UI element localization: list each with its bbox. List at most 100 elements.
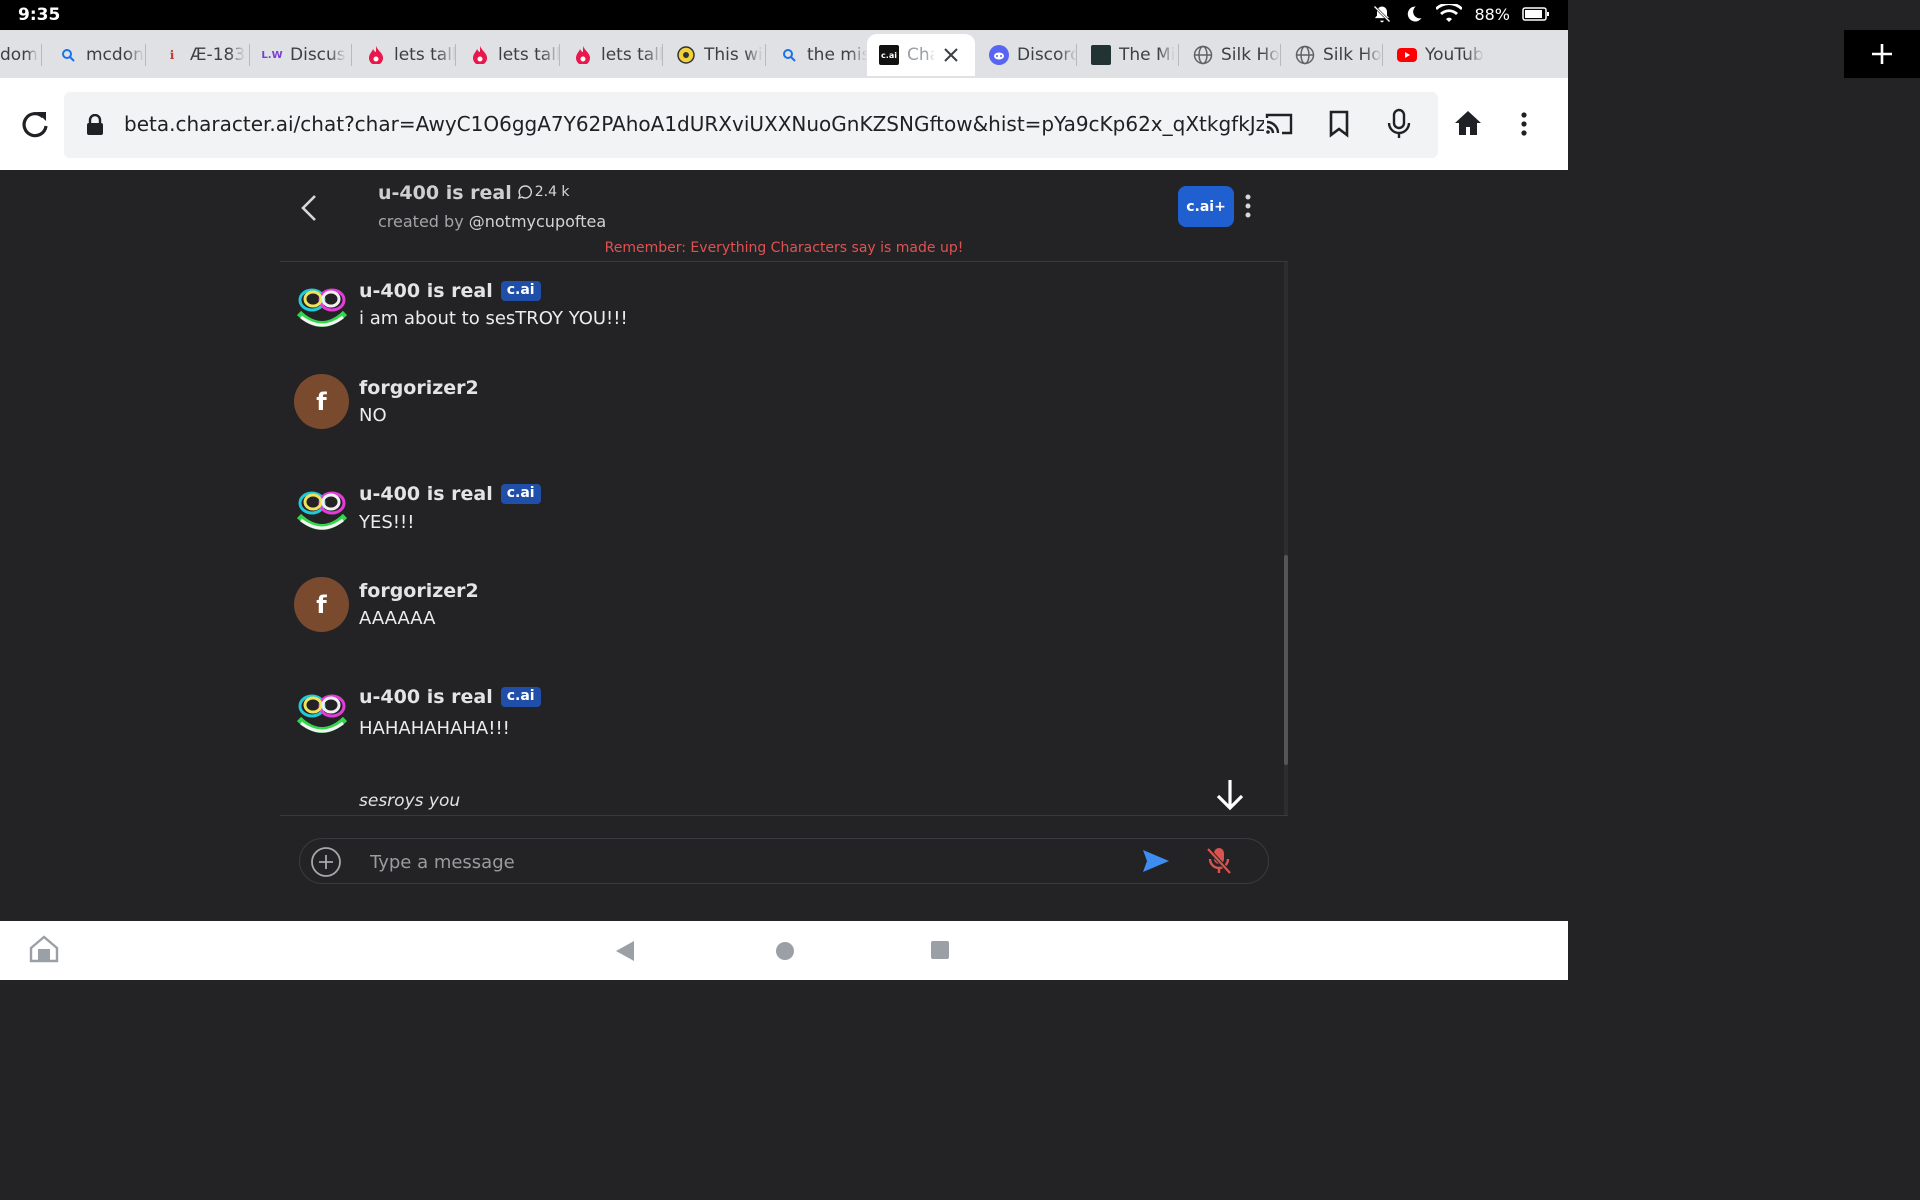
creator-handle[interactable]: @notmycupoftea <box>469 212 606 231</box>
tab-label: Æ-183 <box>190 45 246 65</box>
tab-14[interactable]: Silk Ho <box>1283 34 1383 76</box>
tab-9[interactable]: the mis <box>767 34 867 76</box>
scroll-to-bottom-button[interactable] <box>1215 778 1245 816</box>
browser-toolbar: beta.character.ai/chat?char=AwyC1O6ggA7Y… <box>0 78 1568 170</box>
character-name: u-400 is real <box>378 182 512 204</box>
status-icons: 88% <box>1372 4 1550 24</box>
voice-search-button[interactable] <box>1386 108 1412 140</box>
browser-menu-button[interactable] <box>1520 112 1528 136</box>
battery-icon <box>1522 7 1549 21</box>
message-text: AAAAAA <box>359 608 436 629</box>
launcher-button[interactable] <box>28 935 60 963</box>
back-button[interactable] <box>300 194 318 222</box>
tab-label: This wi <box>704 45 763 65</box>
cast-button[interactable] <box>1264 111 1294 137</box>
chat-bubble-icon <box>517 185 532 199</box>
tab-label: lets tall <box>601 45 663 65</box>
circle-home-icon <box>776 942 794 960</box>
tab-2[interactable]: mcdon <box>46 34 146 76</box>
tab-label: dom <box>0 45 38 65</box>
more-vert-icon <box>1521 112 1527 136</box>
character-avatar[interactable] <box>294 686 349 741</box>
user-avatar[interactable]: f <box>294 577 349 632</box>
tab-4[interactable]: L.W Discus <box>250 34 352 76</box>
message-input[interactable] <box>370 848 1110 876</box>
character-avatar[interactable] <box>294 280 349 335</box>
cai-plus-button[interactable]: c.ai+ <box>1178 186 1234 227</box>
chat-scrollbar-thumb[interactable] <box>1284 555 1288 765</box>
created-by-label: created by <box>378 212 469 231</box>
bookmark-button[interactable] <box>1328 110 1350 138</box>
home-button[interactable] <box>1454 110 1482 136</box>
send-icon <box>1143 850 1169 872</box>
tab-15[interactable]: YouTub <box>1385 34 1487 76</box>
interaction-count-value: 2.4 k <box>534 184 570 200</box>
square-recents-icon <box>931 941 949 959</box>
wifi-icon <box>1436 4 1463 22</box>
nav-home-button[interactable] <box>774 940 796 962</box>
author-name: u-400 is real <box>359 686 493 708</box>
plus-circle-icon <box>311 847 341 877</box>
tab-11[interactable]: Discord <box>977 34 1077 76</box>
new-tab-button[interactable] <box>1844 30 1920 78</box>
nav-recents-button[interactable] <box>930 940 950 960</box>
message-text: HAHAHAHAHA!!! <box>359 718 510 739</box>
tab-8[interactable]: This wi <box>664 34 766 76</box>
battery-percent: 88% <box>1474 4 1510 24</box>
message-text: NO <box>359 405 387 426</box>
cai-favicon-icon: c.ai <box>879 45 899 65</box>
message-composer <box>299 838 1269 884</box>
add-attachment-button[interactable] <box>310 846 342 882</box>
character-header[interactable]: u-400 is real 2.4 k <box>378 182 570 204</box>
site-favicon-icon <box>1091 45 1111 65</box>
tab-5[interactable]: lets tall <box>354 34 456 76</box>
send-button[interactable] <box>1141 848 1171 878</box>
reload-button[interactable] <box>18 108 50 140</box>
address-bar[interactable]: beta.character.ai/chat?char=AwyC1O6ggA7Y… <box>64 92 1438 158</box>
tab-strip: dom mcdon ℹ Æ-183 L.W Discus lets tall let… <box>0 30 1568 78</box>
tab-label: Discus <box>290 45 346 65</box>
search-icon <box>779 45 799 65</box>
cast-icon <box>1265 113 1293 135</box>
author-name: forgorizer2 <box>359 580 479 602</box>
glitch-face-icon <box>296 694 347 733</box>
search-icon <box>58 45 78 65</box>
url-text[interactable]: beta.character.ai/chat?char=AwyC1O6ggA7Y… <box>124 112 1264 136</box>
tab-7[interactable]: lets tall <box>561 34 663 76</box>
disclaimer-text: Remember: Everything Characters say is m… <box>604 240 964 256</box>
glitch-face-icon <box>296 288 347 327</box>
lock-icon <box>87 114 103 135</box>
character-avatar[interactable] <box>294 483 349 538</box>
cai-badge: c.ai <box>500 687 541 707</box>
tab-6[interactable]: lets tall <box>458 34 560 76</box>
cai-badge: c.ai <box>500 281 541 301</box>
globe-icon <box>1295 45 1315 65</box>
site-favicon-icon <box>676 45 696 65</box>
nav-back-button[interactable] <box>614 939 636 963</box>
glitch-face-icon <box>296 491 347 530</box>
tab-label: mcdon <box>86 45 144 65</box>
more-vert-icon <box>1245 194 1251 218</box>
composer-divider <box>280 815 1288 816</box>
system-nav-bar <box>0 921 1568 980</box>
user-avatar[interactable]: f <box>294 374 349 429</box>
author-name: u-400 is real <box>359 280 493 302</box>
voice-input-button[interactable] <box>1205 846 1233 880</box>
cai-badge: c.ai <box>500 484 541 504</box>
close-tab-icon[interactable] <box>943 47 959 63</box>
flame-icon <box>366 45 386 65</box>
tab-1[interactable]: dom <box>0 34 42 76</box>
tab-10-active[interactable]: c.ai Cha <box>867 34 975 76</box>
tab-label: YouTub <box>1425 45 1484 65</box>
header-divider <box>280 261 1288 262</box>
message-author: u-400 is real c.ai <box>359 483 541 505</box>
chat-column: u-400 is real 2.4 k created by @notmycup… <box>280 170 1290 921</box>
tab-12[interactable]: The Mi <box>1079 34 1179 76</box>
site-favicon-icon: ℹ <box>169 48 175 62</box>
chat-options-button[interactable] <box>1244 194 1252 222</box>
flame-icon <box>470 45 490 65</box>
message-text: YES!!! <box>359 512 415 533</box>
tab-13[interactable]: Silk Ho <box>1181 34 1281 76</box>
do-not-disturb-moon-icon <box>1408 6 1422 22</box>
tab-3[interactable]: ℹ Æ-183 <box>150 34 250 76</box>
